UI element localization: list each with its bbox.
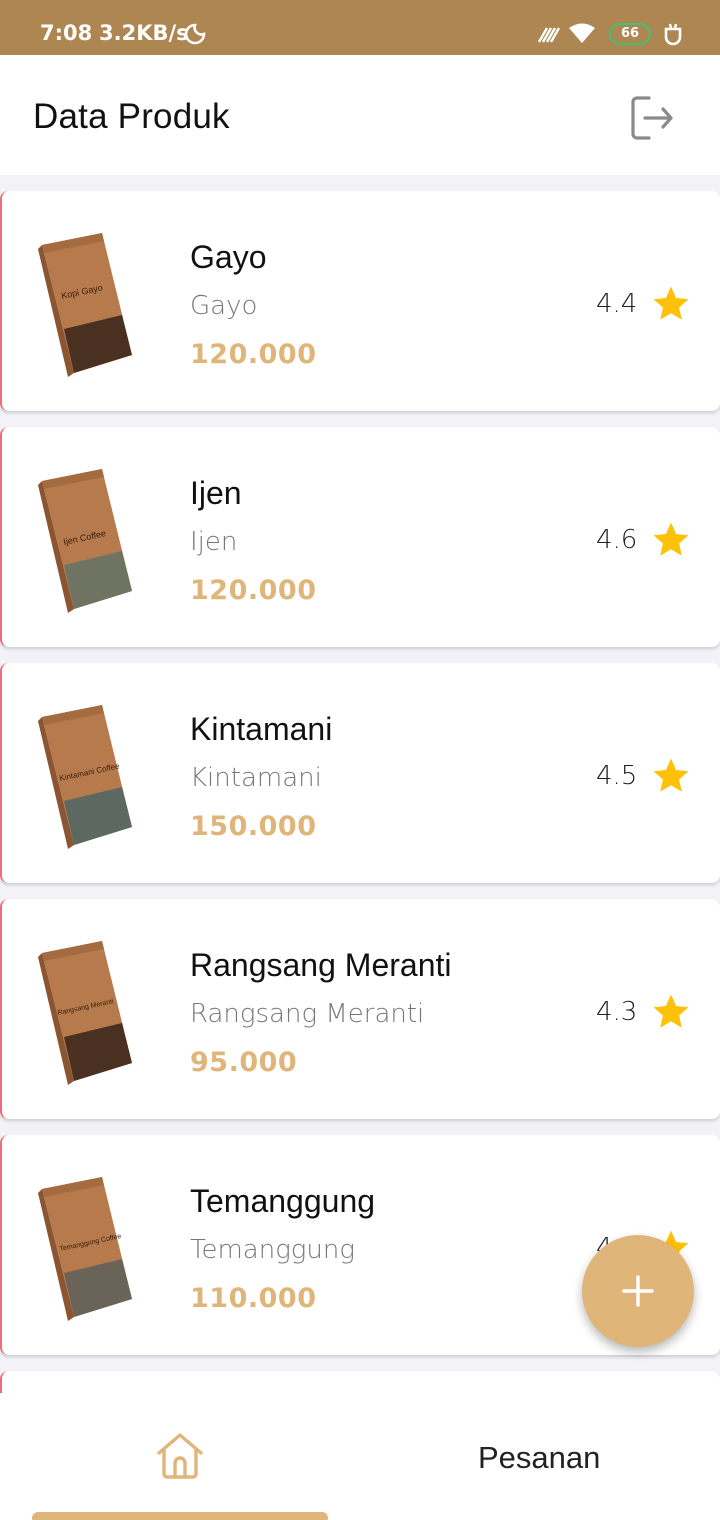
app-bar: Data Produk — [0, 55, 720, 175]
nav-orders-label: Pesanan — [478, 1440, 601, 1475]
star-icon — [653, 994, 689, 1028]
battery-indicator: 66 — [609, 23, 651, 45]
product-rating: 4.3 — [596, 997, 638, 1027]
product-name: Gayo — [190, 239, 267, 275]
product-price: 120.000 — [190, 575, 317, 606]
product-card-kintamani[interactable]: Kintamani Coffee Kintamani Kintamani 150… — [0, 663, 720, 883]
coffee-bag-image: Kintamani Coffee — [38, 705, 132, 849]
product-name: Ijen — [190, 475, 242, 511]
product-list[interactable]: Kopi Gayo Gayo Gayo 120.000 4.4 Ijen Cof… — [0, 175, 720, 1393]
nav-home-tab[interactable] — [0, 1393, 360, 1520]
signal-icon — [537, 27, 561, 43]
product-rating: 4.5 — [596, 761, 638, 791]
star-icon — [653, 758, 689, 792]
product-subtitle: Gayo — [190, 291, 258, 321]
status-time: 7:08 — [40, 21, 93, 45]
status-bar: 7:08 3.2KB/s 66 — [0, 0, 720, 55]
wifi-icon — [569, 23, 595, 43]
product-card-rangsang-meranti[interactable]: Rangsang Meranti Rangsang Meranti Rangsa… — [0, 899, 720, 1119]
product-subtitle: Ijen — [190, 527, 238, 557]
coffee-bag-image: Rangsang Meranti — [38, 941, 132, 1085]
product-rating: 4.6 — [596, 525, 638, 555]
coffee-bag-image: Temanggung Coffee — [38, 1177, 132, 1321]
product-name: Temanggung — [190, 1183, 376, 1219]
moon-icon — [184, 23, 206, 45]
nav-active-indicator — [32, 1512, 328, 1520]
star-icon — [653, 522, 689, 556]
product-subtitle: Rangsang Meranti — [190, 999, 425, 1029]
coffee-bag-image: Kopi Gayo — [38, 233, 132, 377]
nav-orders-tab[interactable]: Pesanan — [360, 1393, 720, 1520]
home-icon — [157, 1433, 203, 1479]
product-subtitle: Kintamani — [190, 763, 322, 793]
bottom-nav: Pesanan — [0, 1393, 720, 1520]
plus-icon — [622, 1275, 654, 1307]
product-name: Rangsang Meranti — [190, 947, 452, 983]
page-title: Data Produk — [33, 97, 230, 136]
add-product-button[interactable] — [582, 1235, 694, 1347]
status-network-speed: 3.2KB/s — [99, 21, 189, 45]
logout-button[interactable] — [620, 88, 680, 148]
star-icon — [653, 286, 689, 320]
product-rating: 4.4 — [596, 289, 638, 319]
cup-icon — [664, 23, 682, 46]
product-card-ijen[interactable]: Ijen Coffee Ijen Ijen 120.000 4.6 — [0, 427, 720, 647]
product-price: 120.000 — [190, 339, 317, 370]
coffee-bag-image: Ijen Coffee — [38, 469, 132, 613]
product-price: 150.000 — [190, 811, 317, 842]
product-name: Kintamani — [190, 711, 333, 747]
product-card-partial[interactable] — [0, 1371, 720, 1393]
product-price: 110.000 — [190, 1283, 317, 1314]
product-price: 95.000 — [190, 1047, 298, 1078]
logout-icon — [631, 96, 673, 140]
product-subtitle: Temanggung — [190, 1235, 355, 1265]
product-card-gayo[interactable]: Kopi Gayo Gayo Gayo 120.000 4.4 — [0, 191, 720, 411]
